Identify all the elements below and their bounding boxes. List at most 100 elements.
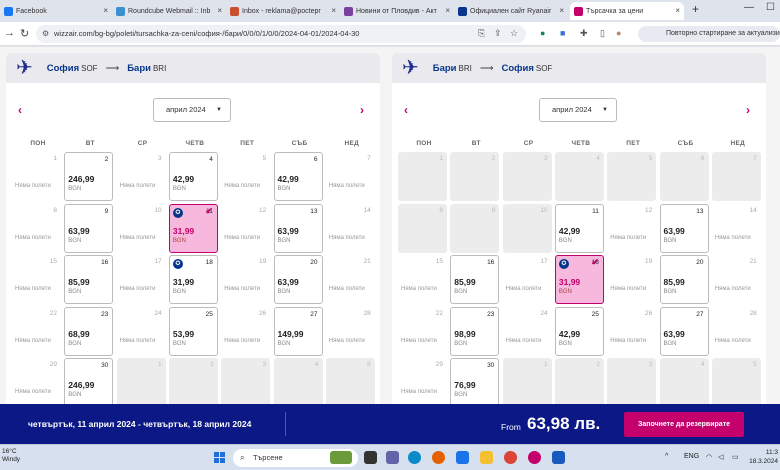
calendar-day: 19 Няма полети: [221, 255, 271, 304]
bookmark-star-icon[interactable]: ☆: [510, 28, 518, 39]
calendar-day: 10 Няма полети: [116, 203, 166, 253]
tab-price-search[interactable]: Търсачка за цени ×: [570, 2, 684, 20]
minimize-button[interactable]: —: [744, 2, 754, 13]
tab-news[interactable]: Новини от Пловдив - Акт ×: [340, 2, 454, 20]
tab-inbox[interactable]: Inbox - reklama@poctepr ×: [226, 2, 340, 20]
share-icon[interactable]: ⇪: [494, 28, 502, 39]
prev-month-chevron-icon[interactable]: ‹: [404, 103, 408, 117]
day-number: 1: [157, 361, 162, 368]
day-number: 1: [53, 155, 57, 162]
weather-widget[interactable]: 16°C Windy: [2, 448, 20, 464]
url-field[interactable]: ⚙ wizzair.com/bg-bg/poleti/tursachka-za-c…: [36, 25, 526, 43]
calendar-day[interactable]: 20 85,99 BGN: [659, 255, 709, 304]
calendar-day: 1: [502, 358, 552, 407]
new-tab-button[interactable]: +: [692, 2, 699, 16]
next-month-chevron-icon[interactable]: ›: [360, 103, 364, 117]
calendar-day: 9: [450, 203, 500, 253]
no-flights-label: Няма полети: [224, 234, 261, 241]
tab-close-icon[interactable]: ×: [331, 6, 336, 15]
calendar-day[interactable]: 9 63,99 BGN: [64, 203, 114, 253]
chrome-icon[interactable]: [504, 451, 517, 464]
calendar-day[interactable]: 25 53,99 BGN: [168, 306, 218, 356]
battery-icon[interactable]: ▭: [732, 453, 739, 461]
month-select[interactable]: април 2024 ▼: [539, 98, 617, 122]
calendar-day[interactable]: 16 85,99 BGN: [450, 255, 500, 304]
calendar-day[interactable]: 2 246,99 BGN: [64, 152, 114, 201]
month-select[interactable]: април 2024 ▼: [153, 98, 231, 122]
currency-label: BGN: [663, 237, 677, 244]
calendar-day[interactable]: 11 ✪ ✔ 31,99 BGN: [168, 203, 218, 253]
calendar-day[interactable]: 11 42,99 BGN: [554, 203, 604, 253]
tab-facebook[interactable]: Facebook ×: [0, 2, 112, 20]
translate-icon[interactable]: ⎘: [478, 28, 485, 39]
roundcube-icon: [116, 6, 125, 16]
next-month-chevron-icon[interactable]: ›: [746, 103, 750, 117]
avatar[interactable]: ●: [616, 28, 621, 38]
calendar-day[interactable]: 6 42,99 BGN: [273, 152, 323, 201]
relaunch-update-button[interactable]: Повторно стартиране за актуализира: [638, 26, 780, 42]
chrome-profile-icon[interactable]: [528, 451, 541, 464]
calendar-day: 3: [502, 152, 552, 201]
tab-close-icon[interactable]: ×: [675, 6, 680, 15]
tab-close-icon[interactable]: ×: [103, 6, 108, 15]
start-booking-button[interactable]: Започнете да резервирате: [624, 412, 744, 437]
tab-close-icon[interactable]: ×: [217, 6, 222, 15]
day-price: 63,99: [663, 225, 685, 236]
calendar-day: 28 Няма полети: [325, 306, 375, 356]
search-highlight-icon[interactable]: [330, 451, 352, 464]
tab-close-icon[interactable]: ×: [559, 6, 564, 15]
calendar-day[interactable]: 18 ✪ ✔ 31,99 BGN: [554, 255, 604, 304]
origin-code: SOF: [81, 63, 98, 73]
extension-icon[interactable]: ■: [560, 28, 565, 38]
calendar-day[interactable]: 30 246,99 BGN: [64, 358, 114, 407]
from-label: From: [501, 422, 521, 432]
calendar-day[interactable]: 20 63,99 BGN: [273, 255, 323, 304]
currency-label: BGN: [68, 186, 82, 192]
forward-icon[interactable]: →: [4, 27, 15, 39]
puzzle-icon[interactable]: ✚: [580, 28, 588, 39]
day-number: 30: [101, 362, 109, 369]
firefox-icon[interactable]: [432, 451, 445, 464]
calendar-day[interactable]: 13 63,99 BGN: [273, 203, 323, 253]
tab-close-icon[interactable]: ×: [445, 6, 450, 15]
currency-label: BGN: [663, 289, 677, 295]
news-icon: [344, 6, 353, 16]
calendar-day[interactable]: 16 85,99 BGN: [64, 255, 114, 304]
sidebar-icon[interactable]: ▯: [600, 28, 605, 39]
tab-roundcube[interactable]: Roundcube Webmail :: Inb ×: [112, 2, 226, 20]
edge-icon[interactable]: [408, 451, 421, 464]
calendar-day: 4: [554, 152, 604, 201]
word-icon[interactable]: [552, 451, 565, 464]
weekday-label: ПОН: [30, 140, 46, 147]
tab-ryanair[interactable]: Официален сайт Ryanair ×: [454, 2, 568, 20]
calendar-day[interactable]: 23 98,99 BGN: [450, 306, 500, 356]
mail-icon[interactable]: [456, 451, 469, 464]
calendar-day[interactable]: 27 63,99 BGN: [659, 306, 709, 356]
calendar-day[interactable]: 30 76,99 BGN: [450, 358, 500, 407]
outbound-calendar: 1 Няма полети 2 246,99 BGN 3 Няма полети 4 42,99…: [6, 152, 380, 412]
prev-month-chevron-icon[interactable]: ‹: [18, 103, 22, 117]
system-clock[interactable]: 11:3 18.3.2024: [748, 448, 778, 466]
no-flights-label: Няма полети: [401, 286, 437, 292]
calendar-day[interactable]: 23 68,99 BGN: [64, 306, 114, 356]
calendar-day: 5: [711, 358, 761, 407]
reload-icon[interactable]: ↻: [20, 27, 29, 40]
site-info-icon[interactable]: ⚙: [42, 25, 49, 43]
windows-start-icon[interactable]: [214, 452, 226, 464]
calendar-day[interactable]: 4 42,99 BGN: [168, 152, 218, 201]
task-view-icon[interactable]: [364, 451, 377, 464]
calendar-day: 26 Няма полети: [607, 306, 657, 356]
extension-icon[interactable]: ●: [540, 28, 545, 38]
maximize-button[interactable]: ☐: [766, 2, 775, 13]
calendar-day[interactable]: 18 ✪ 31,99 BGN: [168, 255, 218, 304]
calendar-day[interactable]: 27 149,99 BGN: [273, 306, 323, 356]
wifi-icon[interactable]: ◠: [706, 453, 712, 461]
tray-chevron-icon[interactable]: ^: [665, 453, 668, 460]
language-indicator[interactable]: ENG: [684, 453, 699, 460]
file-explorer-icon[interactable]: [480, 451, 493, 464]
volume-icon[interactable]: ◁: [718, 453, 723, 461]
calendar-day[interactable]: 25 42,99 BGN: [554, 306, 604, 356]
teams-icon[interactable]: [386, 451, 399, 464]
calendar-day[interactable]: 13 63,99 BGN: [659, 203, 709, 253]
weekday-header: ПОН ВТ СР ЧЕТВ ПЕТ СЪБ НЕД: [6, 140, 380, 150]
